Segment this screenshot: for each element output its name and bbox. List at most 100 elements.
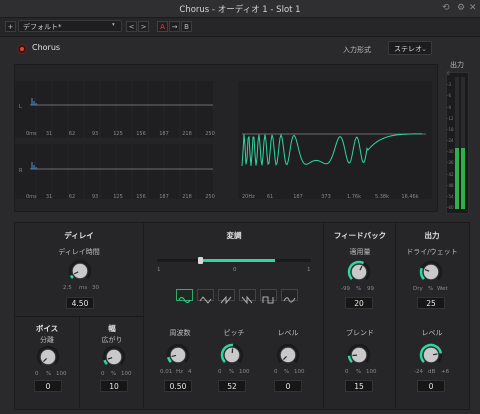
drywet-value[interactable]: 25 <box>417 297 445 309</box>
modulation-slider-fill <box>200 259 275 262</box>
tick-label: 373 <box>321 194 331 200</box>
random-wave-icon <box>283 297 296 303</box>
meter-scale-label: -54 <box>447 193 454 199</box>
delay-title: ディレイ <box>64 231 94 240</box>
width-title: 幅 <box>108 324 116 333</box>
tick-label: 218 <box>182 131 192 137</box>
output-level-min: -24 <box>414 369 423 375</box>
reset-icon[interactable]: ⟲ <box>442 3 450 13</box>
delay-time-value[interactable]: 4.50 <box>66 297 94 309</box>
close-icon[interactable]: ✕ <box>469 3 477 13</box>
sine-wave-icon <box>178 297 191 303</box>
tick-label: 20Hz <box>242 194 255 200</box>
drywet-max: Wet <box>437 286 448 292</box>
tick-label: 250 <box>205 131 215 137</box>
compare-b-button[interactable]: B <box>181 21 192 32</box>
feedback-title: フィードバック <box>333 231 387 240</box>
pitch-label: ピッチ <box>223 329 245 337</box>
output-title: 出力 <box>424 231 440 240</box>
drywet-label: ドライ/ウェット <box>406 248 458 256</box>
voices-min: 0 <box>35 371 39 377</box>
tick-label: 218 <box>182 194 192 200</box>
rate-unit: Hz <box>176 369 184 375</box>
rate-knob[interactable] <box>166 343 190 367</box>
meter-scale-label: -18 <box>447 126 454 132</box>
blend-knob[interactable] <box>347 343 371 367</box>
pitch-value[interactable]: 52 <box>218 380 246 392</box>
tick-label: 1.76k <box>347 194 361 200</box>
delay-time-knob[interactable] <box>68 259 92 283</box>
width-spread-knob[interactable] <box>102 345 126 369</box>
output-level-label: レベル <box>421 329 443 337</box>
mod-level-value[interactable]: 0 <box>274 380 302 392</box>
wave-sine-button[interactable] <box>176 289 193 303</box>
pitch-unit: % <box>229 369 235 375</box>
tick-label: 156 <box>136 194 146 200</box>
copy-arrow-button[interactable]: → <box>169 21 180 32</box>
drywet-knob[interactable] <box>419 260 443 284</box>
mod-level-knob[interactable] <box>276 343 300 367</box>
mod-level-label: レベル <box>277 329 299 337</box>
mod-level-min: 0 <box>274 369 278 375</box>
pitch-min: 0 <box>218 369 222 375</box>
settings-icon[interactable]: ⚙ <box>457 3 465 13</box>
meter-scale-label: -48 <box>447 182 454 188</box>
meter-label: 出力 <box>450 61 464 69</box>
power-icon <box>20 47 24 51</box>
voices-separation-label: 分離 <box>40 336 54 344</box>
feedback-amount-max: 99 <box>367 286 374 292</box>
preset-select[interactable]: デフォルト* <box>18 20 122 32</box>
compare-a-button[interactable]: A <box>157 21 168 32</box>
width-spread-value[interactable]: 10 <box>100 380 128 392</box>
output-level-value[interactable]: 0 <box>417 380 445 392</box>
power-button[interactable] <box>17 44 27 54</box>
feedback-amount-value[interactable]: 20 <box>345 297 373 309</box>
tick-label: 93 <box>92 131 98 137</box>
width-max: 100 <box>121 371 132 377</box>
voices-max: 100 <box>56 371 67 377</box>
blend-label: ブレンド <box>346 329 374 337</box>
voices-unit: % <box>46 371 52 377</box>
tick-label: 62 <box>69 131 75 137</box>
graph-svg: L R 0ms 31 62 93 125 156 187 218 250 0ms 31 62 93 12… <box>15 81 432 200</box>
width-min: 0 <box>101 371 105 377</box>
tick-label: 156 <box>136 131 146 137</box>
drywet-min: Dry <box>413 286 423 292</box>
wave-saw-up-button[interactable] <box>218 289 235 305</box>
width-unit: % <box>111 371 117 377</box>
blend-value[interactable]: 15 <box>345 380 373 392</box>
tick-label: 31 <box>46 194 52 200</box>
wave-random-button[interactable] <box>281 289 298 303</box>
feedback-amount-knob[interactable] <box>347 260 371 284</box>
tick-label: 16.46k <box>401 194 418 200</box>
rate-value[interactable]: 0.50 <box>164 380 192 392</box>
add-button[interactable]: + <box>5 21 16 32</box>
preset-next-button[interactable]: > <box>138 21 149 32</box>
chevron-down-icon: ▾ <box>112 22 115 28</box>
pitch-knob[interactable] <box>220 343 244 367</box>
meter-fill-l <box>455 148 459 209</box>
input-format-value: ステレオ <box>394 45 422 53</box>
tick-label: 93 <box>92 194 98 200</box>
wave-square-button[interactable] <box>260 289 277 304</box>
modulation-slider-handle[interactable] <box>198 257 203 264</box>
rate-label: 周波数 <box>169 329 191 337</box>
tick-label: 62 <box>69 194 75 200</box>
wave-triangle-button[interactable] <box>197 289 214 304</box>
meter-scale-label: -30 <box>447 149 454 155</box>
blend-min: 0 <box>345 369 349 375</box>
output-level-knob[interactable] <box>419 343 443 367</box>
tick-label: 187 <box>159 194 169 200</box>
meter-scale-label: -36 <box>447 160 454 166</box>
meter-fill-r <box>461 148 465 209</box>
input-format-select[interactable]: ステレオ ⌄ <box>388 41 432 55</box>
delay-graph-l-bg <box>15 81 213 138</box>
tick-label: 31 <box>46 131 52 137</box>
voices-title: ボイス <box>35 324 59 333</box>
wave-saw-down-button[interactable] <box>239 289 256 305</box>
preset-prev-button[interactable]: < <box>126 21 137 32</box>
voices-separation-value[interactable]: 0 <box>34 380 62 392</box>
delay-graph-r-bg <box>15 144 213 199</box>
voices-separation-knob[interactable] <box>36 345 60 369</box>
slider-mid: 0 <box>233 267 237 273</box>
